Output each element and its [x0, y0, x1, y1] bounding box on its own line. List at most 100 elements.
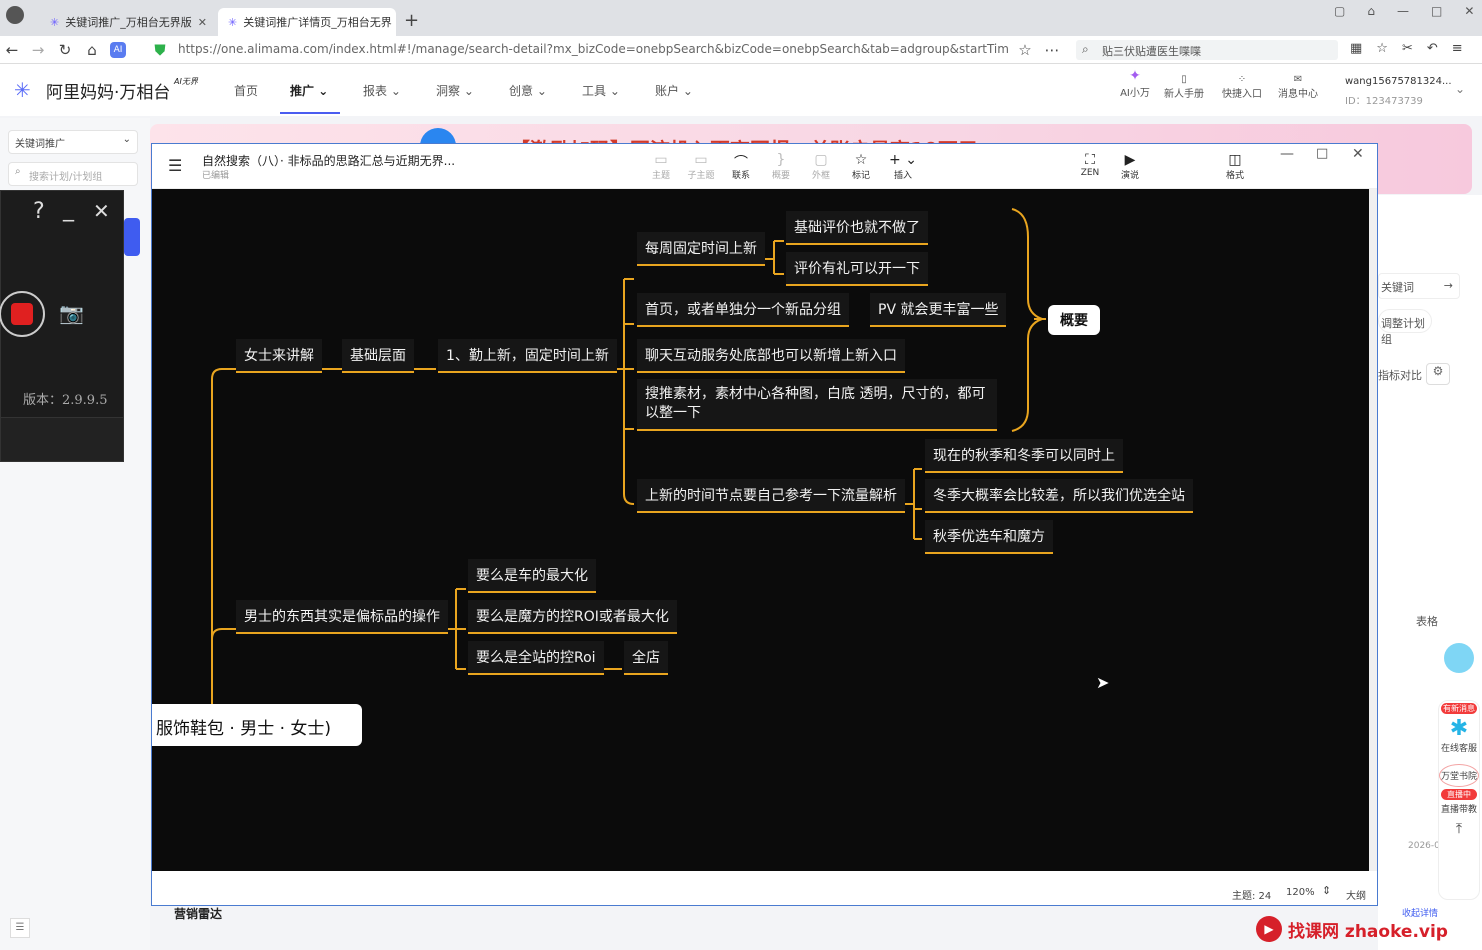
node-basic[interactable]: 基础层面 — [342, 339, 414, 373]
brand-logo-icon[interactable]: ✳ — [14, 78, 31, 102]
tool-present[interactable]: ▶ 演说 — [1115, 152, 1145, 181]
minimize-icon[interactable]: _ — [63, 197, 74, 222]
favorites-icon[interactable]: ☆ — [1376, 41, 1388, 56]
node-men-car[interactable]: 要么是车的最大化 — [468, 559, 596, 593]
record-button[interactable] — [0, 291, 45, 337]
scrollbar-vertical[interactable] — [1369, 189, 1377, 871]
message-center[interactable]: ✉ 消息中心 — [1278, 74, 1318, 100]
maximize-icon[interactable]: □ — [1431, 4, 1442, 18]
user-dropdown-icon[interactable]: ⌄ — [1455, 82, 1465, 96]
browser-tab-2[interactable]: ✳ 关键词推广详情页_万相台无界 ✕ — [218, 8, 396, 36]
node-new-arrivals[interactable]: 1、勤上新，固定时间上新 — [438, 339, 617, 373]
reload-icon[interactable]: ↻ — [55, 40, 75, 60]
nav-tools[interactable]: 工具 ⌄ — [582, 82, 620, 99]
support-icon[interactable]: ✱ — [1439, 716, 1479, 741]
node-season-2[interactable]: 冬季大概率会比较差，所以我们优选全站 — [925, 479, 1193, 513]
tab-count-icon[interactable]: ▢ — [1334, 4, 1345, 18]
minimize-icon[interactable]: — — [1280, 146, 1294, 162]
close-icon[interactable]: ✕ — [93, 199, 110, 223]
bookmark-star-icon[interactable]: ☆ — [1015, 40, 1035, 60]
node-men[interactable]: 男士的东西其实是偏标品的操作 — [236, 600, 448, 634]
live-teaching[interactable]: 直播带教 — [1439, 802, 1479, 815]
home-icon[interactable]: ⌂ — [82, 40, 102, 60]
nav-reports[interactable]: 报表 ⌄ — [363, 82, 401, 99]
url-field[interactable]: https://one.alimama.com/index.html#!/man… — [178, 42, 1008, 56]
newbie-manual[interactable]: ▯ 新人手册 — [1164, 74, 1204, 100]
zoom-level[interactable]: 120% — [1286, 887, 1315, 898]
tool-topic[interactable]: ▭ 主题 — [646, 152, 676, 181]
new-tab-button[interactable]: + — [404, 10, 419, 31]
apps-grid-icon[interactable]: ▦ — [1350, 41, 1362, 56]
back-to-top-icon[interactable]: ⤒ — [1439, 821, 1479, 837]
node-root[interactable]: 服饰鞋包 · 男士 · 女士) — [152, 704, 362, 746]
undo-icon[interactable]: ↶ — [1427, 41, 1438, 56]
node-women[interactable]: 女士来讲解 — [236, 339, 322, 373]
user-name[interactable]: wang15675781324... — [1345, 76, 1452, 87]
close-icon[interactable]: ✕ — [1352, 146, 1364, 162]
back-icon[interactable]: ← — [2, 40, 22, 60]
metric-compare[interactable]: 指标对比 — [1378, 367, 1422, 383]
mascot-icon[interactable] — [1444, 643, 1474, 673]
outline-toggle[interactable]: 大纲 — [1346, 887, 1366, 902]
keyword-link[interactable]: 关键词 → — [1378, 273, 1460, 299]
scissors-icon[interactable]: ✂ — [1402, 41, 1413, 56]
sidebar-active-item[interactable] — [124, 218, 140, 256]
camera-icon[interactable]: 📷 — [59, 301, 84, 325]
campaign-type-dropdown[interactable]: 关键词推广 ⌄ — [8, 130, 138, 154]
tool-summary[interactable]: } 概要 — [766, 152, 796, 181]
tool-link[interactable]: ⌒ 联系 — [726, 152, 756, 181]
ai-assistant[interactable]: ✦ AI小万 — [1118, 68, 1152, 99]
hamburger-menu-icon[interactable]: ☰ — [168, 156, 182, 175]
node-men-store[interactable]: 全店 — [624, 641, 668, 675]
node-season-3[interactable]: 秋季优选车和魔方 — [925, 520, 1053, 554]
tool-subtopic[interactable]: ▭ 子主题 — [686, 152, 716, 181]
node-pv[interactable]: PV 就会更丰富一些 — [870, 293, 1007, 327]
online-service[interactable]: 在线客服 — [1439, 741, 1479, 754]
settings-icon[interactable]: ⚙ — [1426, 363, 1450, 385]
ai-icon[interactable]: AI — [110, 42, 126, 58]
academy[interactable]: 万堂书院 — [1439, 764, 1479, 787]
maximize-icon[interactable]: □ — [1316, 146, 1328, 161]
secure-shield-icon[interactable]: ⛊ — [150, 40, 170, 60]
node-timing[interactable]: 上新的时间节点要自己参考一下流量解析 — [637, 479, 905, 513]
nav-account[interactable]: 账户 ⌄ — [655, 82, 693, 99]
nav-insight[interactable]: 洞察 ⌄ — [436, 82, 474, 99]
plan-search-input[interactable]: ⌕ 搜索计划/计划组 — [8, 162, 138, 186]
node-men-cube[interactable]: 要么是魔方的控ROI或者最大化 — [468, 600, 677, 634]
browser-logo-icon[interactable] — [6, 6, 24, 24]
node-home-group[interactable]: 首页，或者单独分一个新品分组 — [637, 293, 849, 327]
close-window-icon[interactable]: ✕ — [1464, 4, 1474, 18]
node-chat-entry[interactable]: 聊天互动服务处底部也可以新增上新入口 — [637, 339, 905, 373]
close-icon[interactable]: ✕ — [198, 16, 207, 29]
more-icon[interactable]: ⋯ — [1042, 40, 1062, 60]
node-season-1[interactable]: 现在的秋季和冬季可以同时上 — [925, 439, 1123, 473]
tool-zen[interactable]: ⛶ ZEN — [1075, 152, 1105, 178]
forward-icon[interactable]: → — [28, 40, 48, 60]
tool-frame[interactable]: ▢ 外框 — [806, 152, 836, 181]
tool-insert[interactable]: + ⌄ 插入 — [888, 152, 918, 181]
node-eval-2[interactable]: 评价有礼可以开一下 — [786, 252, 928, 286]
node-eval-1[interactable]: 基础评价也就不做了 — [786, 211, 928, 245]
nav-creative[interactable]: 创意 ⌄ — [509, 82, 547, 99]
browser-tab-1[interactable]: ✳ 关键词推广_万相台无界版 ✕ — [40, 8, 215, 36]
node-weekly[interactable]: 每周固定时间上新 — [637, 232, 765, 266]
node-summary[interactable]: 概要 — [1048, 305, 1100, 335]
table-tab[interactable]: 表格 — [1416, 613, 1438, 629]
zoom-stepper-icon[interactable]: ⇕ — [1322, 884, 1331, 897]
node-men-site[interactable]: 要么是全站的控Roi — [468, 641, 604, 675]
node-material[interactable]: 搜推素材，素材中心各种图，白底 透明，尺寸的，都可 以整一下 — [637, 379, 997, 431]
brand-name[interactable]: 阿里妈妈·万相台 — [46, 78, 170, 103]
menu-icon[interactable]: ≡ — [1452, 41, 1463, 56]
tool-format[interactable]: ◫ 格式 — [1220, 152, 1250, 181]
nav-home[interactable]: 首页 — [234, 82, 258, 99]
quick-entry[interactable]: ⁘ 快捷入口 — [1222, 74, 1262, 100]
browser-search-box[interactable]: ⌕ 贴三伏贴遭医生喋喋 — [1076, 40, 1338, 60]
sidebar-collapse-icon[interactable]: ☰ — [10, 918, 30, 938]
adjust-group-link[interactable]: 调整计划组 — [1378, 309, 1432, 346]
nav-promotion[interactable]: 推广 ⌄ — [290, 82, 328, 99]
tool-mark[interactable]: ☆ 标记 — [846, 152, 876, 181]
help-button[interactable]: ? — [33, 199, 45, 224]
mindmap-canvas[interactable]: 女士来讲解 基础层面 1、勤上新，固定时间上新 每周固定时间上新 基础评价也就不… — [152, 189, 1369, 871]
minimize-icon[interactable]: — — [1397, 4, 1409, 18]
shirt-icon[interactable]: ⌂ — [1367, 4, 1375, 18]
